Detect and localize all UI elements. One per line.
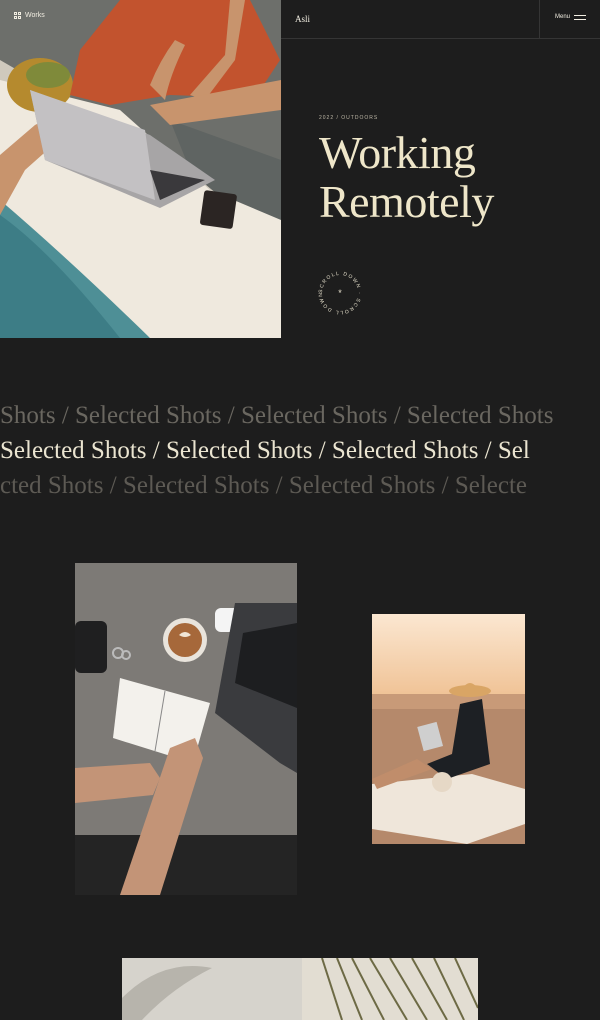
gallery-photo-desk[interactable] [75,563,297,895]
works-label: Works [25,12,45,19]
menu-button[interactable]: Menu [555,14,587,20]
brand-logo[interactable]: Asli [295,14,310,24]
top-bar: Asli Menu [281,0,600,39]
hero-photo [0,0,281,338]
gallery-photo-palm[interactable] [122,958,478,1020]
gallery-photo-beach[interactable] [372,614,525,844]
page-title: Working Remotely [319,128,494,226]
marquee-text-1: Shots / Selected Shots / Selected Shots … [0,402,554,429]
post-meta: 2022 / OUTDOORS [319,115,379,121]
title-line-1: Working [319,127,476,178]
marquee-row-2: Selected Shots / Selected Shots / Select… [0,437,600,465]
asterisk-icon: * [338,288,342,298]
hamburger-icon [574,14,587,20]
marquee-row-1: Shots / Selected Shots / Selected Shots … [0,402,600,430]
header-divider [539,0,540,39]
title-line-2: Remotely [319,176,494,227]
scroll-down-badge[interactable]: SCROLL DOWN · SCROLL DOWN · * [311,262,367,320]
works-link[interactable]: Works [14,12,45,19]
marquee-row-3: cted Shots / Selected Shots / Selected S… [0,472,600,500]
marquee-text-3: cted Shots / Selected Shots / Selected S… [0,472,528,499]
menu-label: Menu [555,14,571,20]
marquee-text-2: Selected Shots / Selected Shots / Select… [0,437,530,464]
grid-icon [14,12,21,19]
